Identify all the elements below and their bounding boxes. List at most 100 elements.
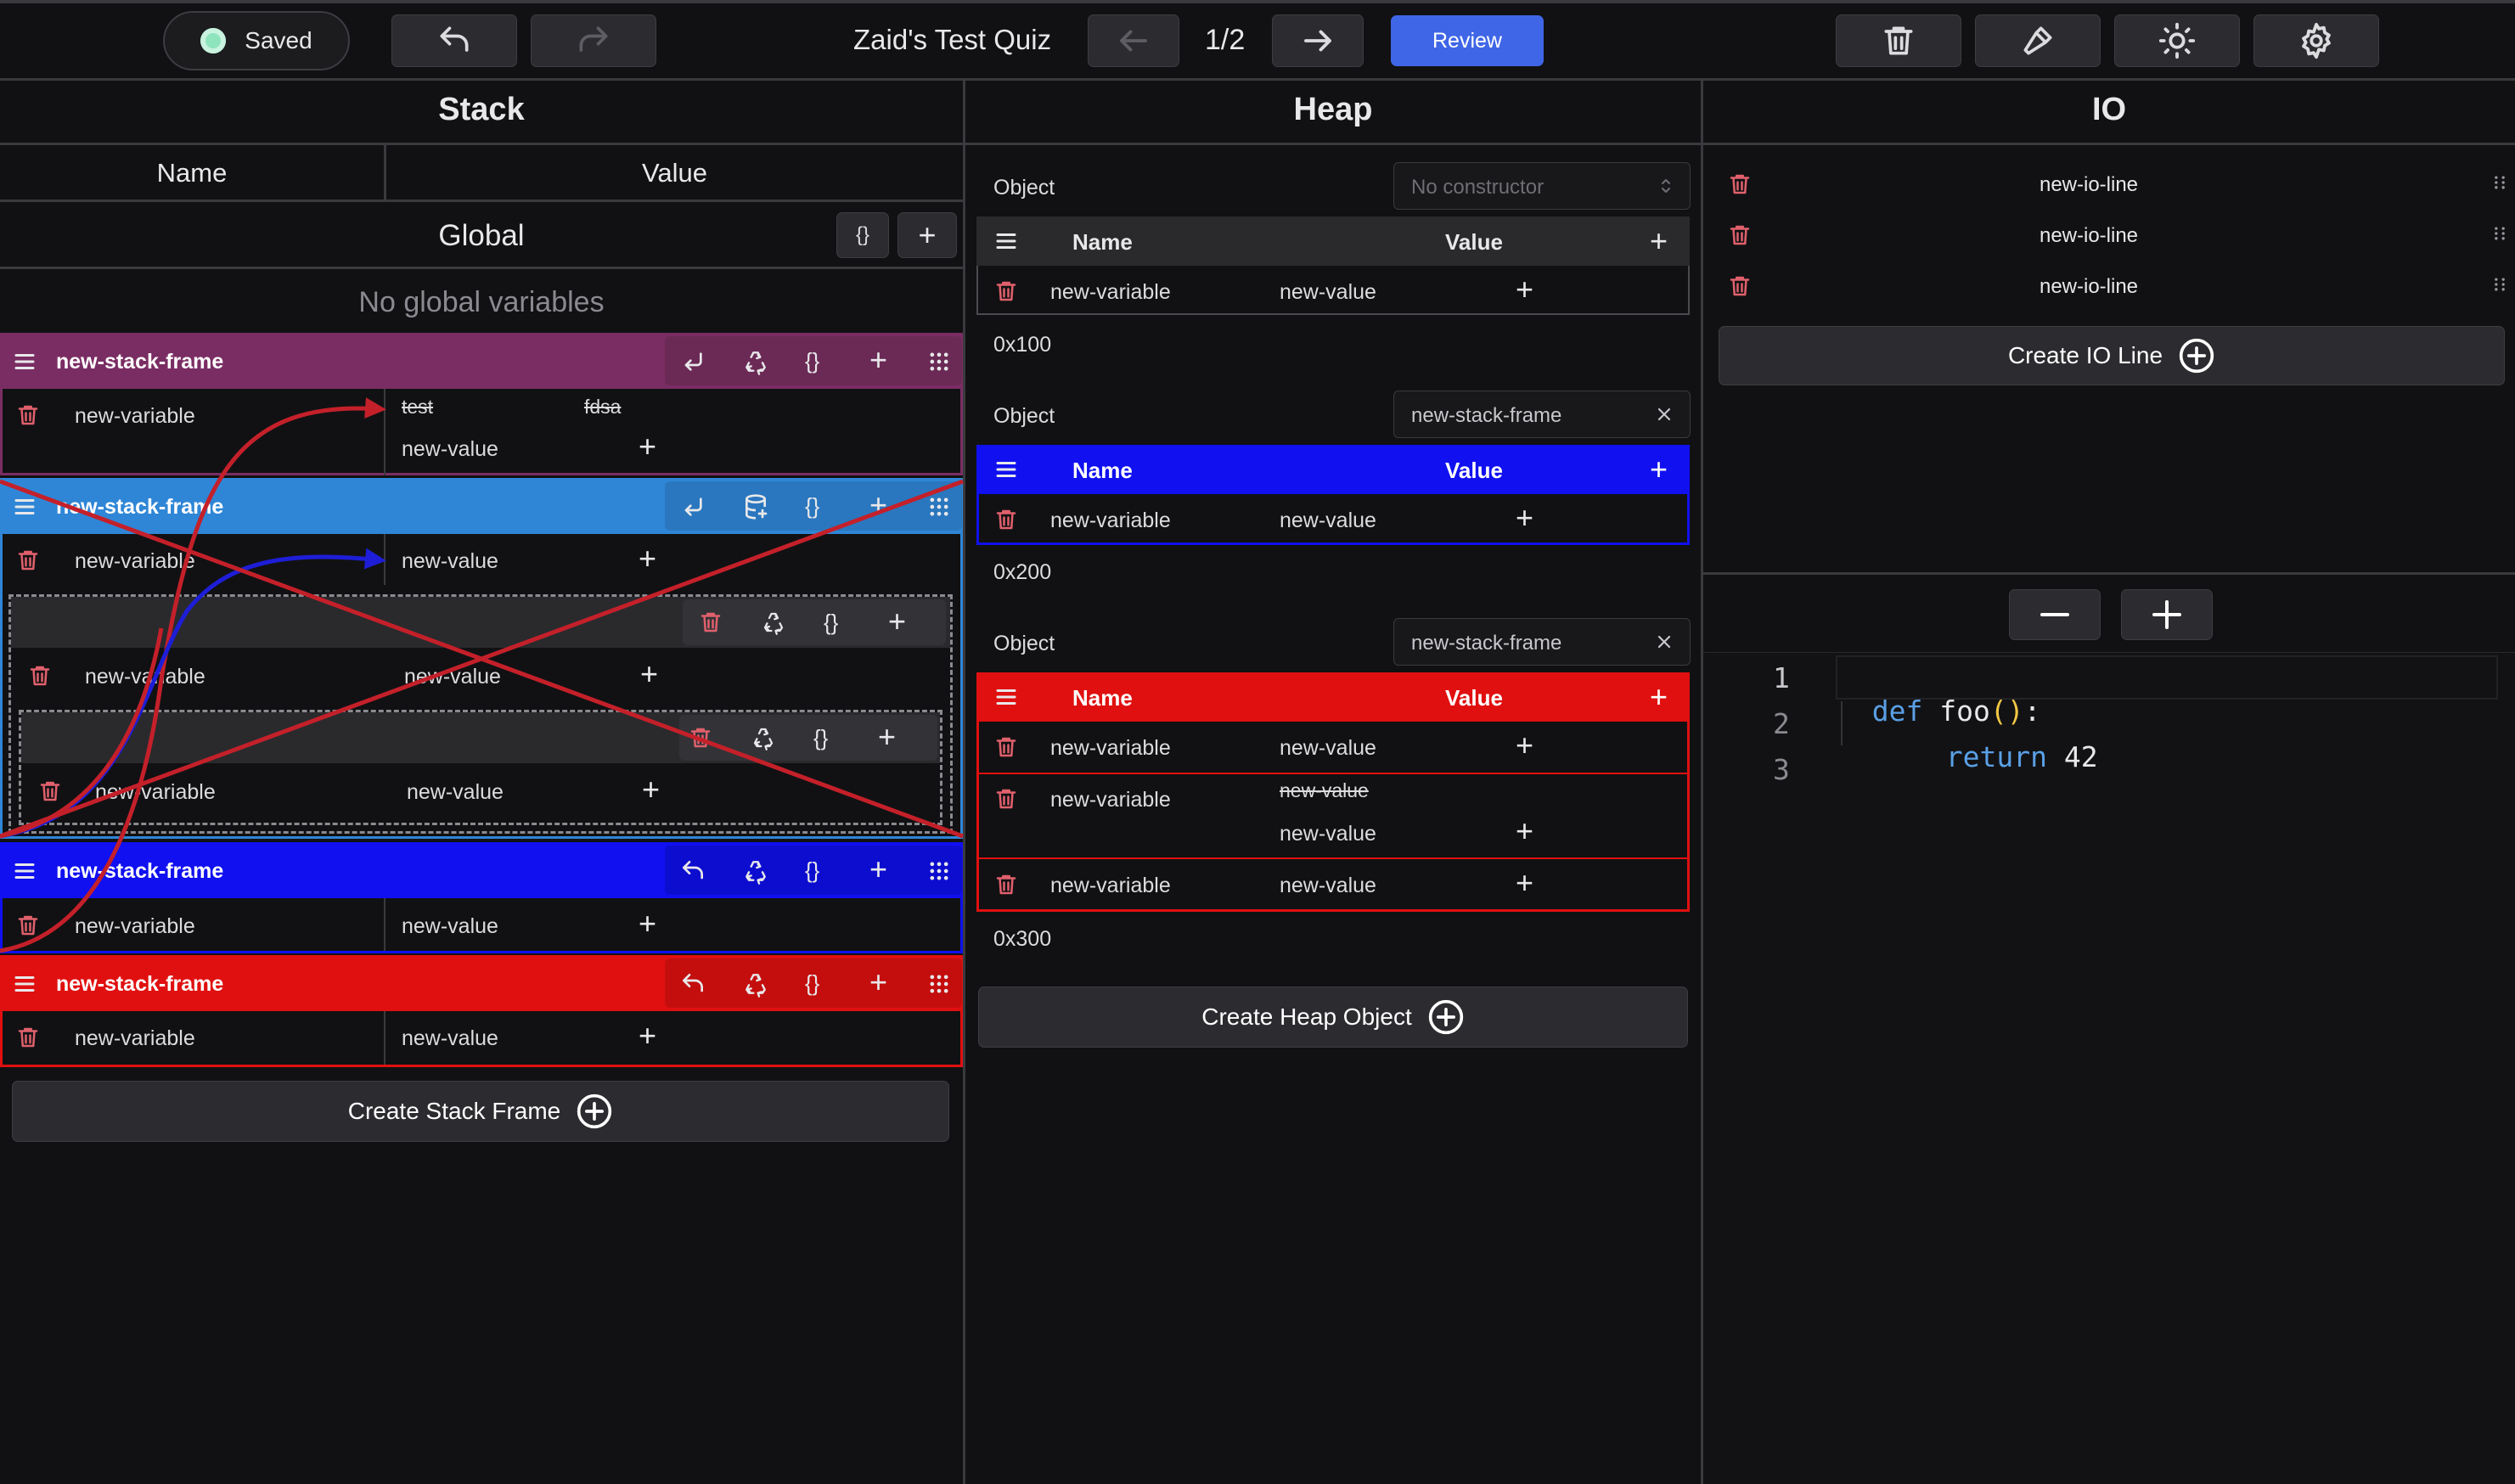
variable-name[interactable]: new-variable (1050, 280, 1171, 305)
object-braces-button[interactable]: {} (813, 725, 828, 751)
clear-x-icon[interactable] (1654, 404, 1674, 424)
add-variable-button[interactable]: + (869, 854, 887, 885)
object-braces-button[interactable]: {} (824, 610, 838, 636)
delete-all-button[interactable] (1836, 14, 1961, 67)
drag-menu-icon[interactable] (993, 457, 1019, 482)
trash-icon[interactable] (15, 1025, 41, 1050)
trash-icon[interactable] (993, 872, 1019, 897)
add-value-button[interactable]: + (642, 774, 660, 805)
zoom-out-button[interactable] (2009, 589, 2101, 640)
grid-handle-icon[interactable] (927, 495, 951, 519)
trash-icon[interactable] (993, 734, 1019, 760)
grid-handle-icon[interactable] (927, 350, 951, 374)
variable-name[interactable]: new-variable (1050, 509, 1171, 533)
global-object-button[interactable]: {} (836, 212, 889, 258)
variable-value[interactable]: new-value (1280, 736, 1376, 761)
add-variable-button[interactable]: + (878, 722, 896, 752)
variable-name[interactable]: new-variable (1050, 736, 1171, 761)
add-variable-button[interactable]: + (869, 490, 887, 520)
create-heap-object-button[interactable]: Create Heap Object (978, 987, 1688, 1048)
object-braces-button[interactable]: {} (805, 970, 819, 997)
drag-handle-icon[interactable] (2491, 276, 2508, 293)
drag-menu-icon[interactable] (12, 349, 37, 374)
add-variable-button[interactable]: + (1650, 682, 1668, 712)
add-variable-button[interactable]: + (869, 345, 887, 375)
add-value-button[interactable]: + (1516, 503, 1533, 533)
variable-value[interactable]: new-value (1280, 280, 1376, 305)
variable-value[interactable]: new-value (1280, 822, 1376, 846)
database-plus-icon[interactable] (742, 493, 769, 520)
recycle-icon[interactable] (742, 857, 769, 885)
add-variable-button[interactable]: + (869, 967, 887, 998)
trash-icon[interactable] (993, 507, 1019, 532)
undo-button[interactable] (391, 14, 517, 67)
review-button[interactable]: Review (1391, 15, 1544, 66)
io-line[interactable]: new-io-line (1703, 275, 2474, 299)
tools-button[interactable] (1975, 14, 2101, 67)
saved-indicator[interactable]: Saved (163, 11, 350, 70)
create-stack-frame-button[interactable]: Create Stack Frame (12, 1081, 949, 1142)
recycle-icon[interactable] (742, 970, 769, 998)
drag-menu-icon[interactable] (993, 684, 1019, 710)
grid-handle-icon[interactable] (927, 972, 951, 996)
io-line[interactable]: new-io-line (1703, 173, 2474, 197)
variable-value[interactable]: new-value (1280, 509, 1376, 533)
drag-menu-icon[interactable] (993, 228, 1019, 254)
variable-value[interactable]: new-value (402, 549, 498, 574)
add-value-button[interactable]: + (639, 431, 656, 462)
object-braces-button[interactable]: {} (805, 857, 819, 884)
next-page-button[interactable] (1272, 14, 1364, 67)
variable-name[interactable]: new-variable (1050, 874, 1171, 898)
redo-button[interactable] (531, 14, 656, 67)
add-value-button[interactable]: + (639, 1020, 656, 1051)
return-icon[interactable] (679, 348, 706, 375)
add-value-button[interactable]: + (640, 659, 658, 689)
variable-value[interactable]: new-value (402, 914, 498, 939)
theme-toggle-button[interactable] (2114, 14, 2240, 67)
trash-icon[interactable] (27, 663, 53, 689)
trash-icon[interactable] (993, 786, 1019, 812)
variable-name[interactable]: new-variable (75, 1026, 195, 1051)
create-io-line-button[interactable]: Create IO Line (1719, 326, 2505, 385)
settings-button[interactable] (2253, 14, 2379, 67)
trash-icon[interactable] (15, 548, 41, 573)
recycle-icon[interactable] (742, 348, 769, 375)
undo-return-icon[interactable] (679, 857, 706, 885)
add-value-button[interactable]: + (639, 908, 656, 939)
trash-icon[interactable] (993, 278, 1019, 304)
trash-icon[interactable] (688, 725, 713, 750)
variable-value[interactable]: new-value (404, 665, 501, 689)
variable-name[interactable]: new-variable (75, 549, 195, 574)
global-add-variable-button[interactable]: + (897, 212, 957, 258)
add-variable-button[interactable]: + (1650, 226, 1668, 256)
variable-value[interactable]: new-value (407, 780, 504, 805)
variable-name[interactable]: new-variable (95, 780, 216, 805)
add-variable-button[interactable]: + (888, 606, 906, 637)
clear-x-icon[interactable] (1654, 632, 1674, 652)
recycle-icon[interactable] (751, 725, 776, 750)
return-icon[interactable] (679, 493, 706, 520)
add-value-button[interactable]: + (1516, 730, 1533, 761)
drag-menu-icon[interactable] (12, 971, 37, 997)
previous-page-button[interactable] (1088, 14, 1179, 67)
add-value-button[interactable]: + (1516, 868, 1533, 898)
io-line[interactable]: new-io-line (1703, 224, 2474, 248)
add-value-button[interactable]: + (1516, 816, 1533, 846)
drag-menu-icon[interactable] (12, 494, 37, 520)
drag-handle-icon[interactable] (2491, 225, 2508, 242)
grid-handle-icon[interactable] (927, 859, 951, 883)
variable-name[interactable]: new-variable (75, 404, 195, 429)
trash-icon[interactable] (15, 402, 41, 428)
drag-menu-icon[interactable] (12, 858, 37, 884)
recycle-icon[interactable] (761, 610, 786, 635)
object-braces-button[interactable]: {} (805, 348, 819, 374)
add-value-button[interactable]: + (1516, 274, 1533, 305)
variable-value[interactable]: new-value (402, 437, 498, 462)
add-variable-button[interactable]: + (1650, 454, 1668, 485)
variable-value[interactable]: new-value (402, 1026, 498, 1051)
variable-value[interactable]: new-value (1280, 874, 1376, 898)
object-braces-button[interactable]: {} (805, 493, 819, 520)
trash-icon[interactable] (15, 913, 41, 938)
variable-name[interactable]: new-variable (75, 914, 195, 939)
undo-return-icon[interactable] (679, 970, 706, 998)
